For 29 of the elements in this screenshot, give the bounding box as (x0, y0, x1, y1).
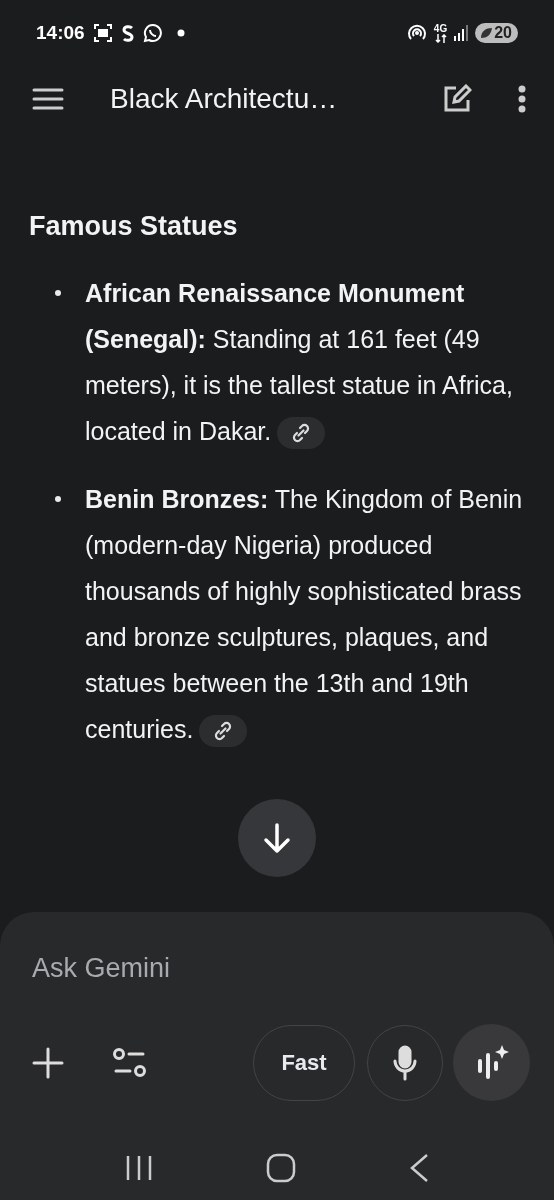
section-heading: Famous Statues (29, 210, 239, 243)
source-link-chip[interactable] (199, 715, 248, 748)
screenshot-icon (92, 23, 113, 43)
data-arrows-icon (434, 33, 447, 43)
bullet-icon (55, 496, 61, 502)
signal-icon (454, 25, 469, 41)
recent-apps-button[interactable] (124, 1154, 153, 1182)
chat-title: Black Architectu… (110, 83, 339, 115)
source-link-chip[interactable] (277, 417, 326, 450)
prompt-field[interactable]: Ask Gemini (32, 946, 522, 990)
more-options-button[interactable] (518, 85, 526, 113)
link-icon (291, 423, 312, 444)
network-type: 4G (433, 23, 448, 34)
clock: 14:06 (36, 22, 85, 44)
microphone-icon (392, 1044, 418, 1081)
dot-icon (176, 29, 185, 37)
back-button[interactable] (409, 1153, 430, 1183)
hotspot-icon (406, 24, 427, 42)
menu-button[interactable] (32, 88, 64, 110)
battery-indicator: 20 (475, 23, 518, 43)
arrow-down-icon (262, 822, 292, 854)
s-logo-icon (120, 23, 135, 43)
new-chat-button[interactable] (442, 84, 472, 114)
bullet-text: Benin Bronzes: The Kingdom of Benin (modern-day Nigeria) produced thousands of highly sophisticated brass and bronze sculptures, plaques, and statues between the 13th and 19th centuries. (85, 485, 523, 743)
bullet-text: African Renaissance Monument (Senegal): Standing at 161 feet (49 meters), it is the tallest statue in Africa, located in Dakar. (85, 279, 513, 445)
bullet-icon (55, 290, 61, 296)
link-icon (213, 721, 234, 742)
home-button[interactable] (266, 1153, 296, 1183)
chat-bubble-icon (142, 23, 163, 43)
